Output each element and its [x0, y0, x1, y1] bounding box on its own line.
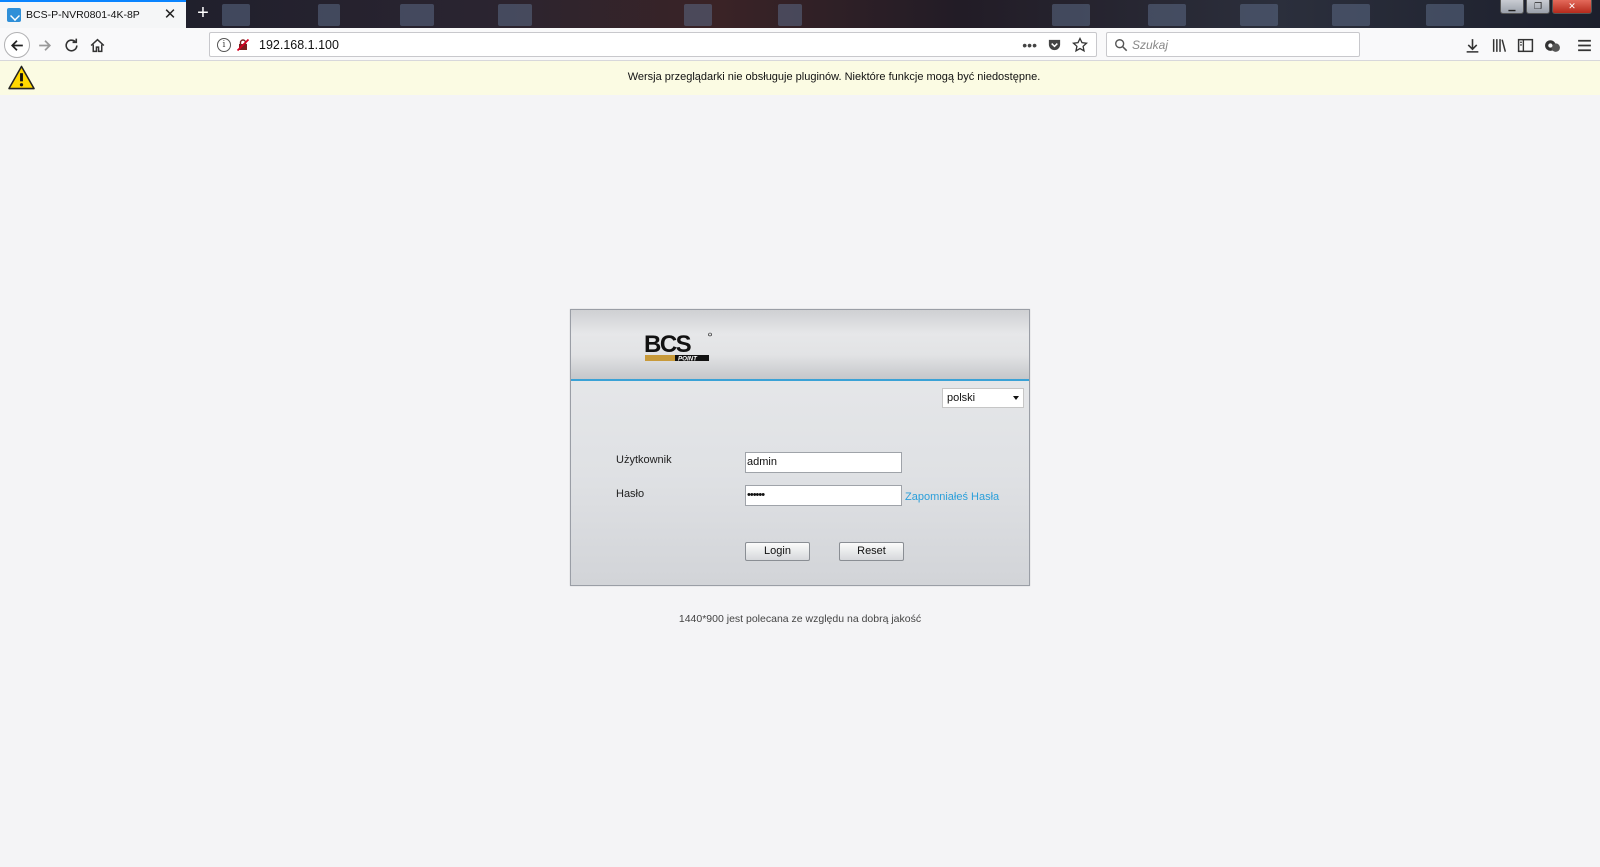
- menu-button[interactable]: [1572, 33, 1596, 57]
- password-field[interactable]: ••••••: [745, 485, 902, 506]
- pocket-icon[interactable]: [1047, 37, 1062, 52]
- bookmark-star-icon[interactable]: [1072, 36, 1088, 53]
- insecure-connection-icon[interactable]: [236, 38, 250, 52]
- tab-title: BCS-P-NVR0801-4K-8P: [26, 9, 140, 21]
- back-arrow-icon: [10, 39, 23, 51]
- plugin-warning-bar: Wersja przeglądarki nie obsługuje plugin…: [0, 61, 1600, 95]
- login-panel-header: BCS POINT: [571, 310, 1029, 381]
- page-actions-menu-icon[interactable]: •••: [1022, 37, 1037, 53]
- background-thumbnail: [1426, 4, 1464, 26]
- new-tab-button[interactable]: +: [192, 2, 214, 24]
- restore-window-button[interactable]: ❐: [1526, 0, 1550, 14]
- library-icon: [1492, 38, 1506, 52]
- background-thumbnail: [222, 4, 250, 26]
- downloads-button[interactable]: [1460, 33, 1484, 57]
- active-tab[interactable]: BCS-P-NVR0801-4K-8P ✕: [0, 0, 186, 28]
- chevron-down-icon: [1013, 396, 1019, 400]
- back-button[interactable]: [4, 32, 30, 58]
- background-thumbnail: [498, 4, 532, 26]
- address-bar[interactable]: i 192.168.1.100 •••: [209, 32, 1097, 57]
- window-controls: ▁ ❐ ✕: [1500, 0, 1592, 14]
- download-icon: [1466, 38, 1478, 53]
- reset-button[interactable]: Reset: [839, 542, 904, 561]
- background-thumbnail: [1240, 4, 1278, 26]
- search-icon: [1115, 38, 1128, 51]
- library-button[interactable]: [1487, 33, 1511, 57]
- search-input[interactable]: [1132, 37, 1352, 52]
- plugin-warning-text: Wersja przeglądarki nie obsługuje plugin…: [627, 71, 1041, 83]
- forward-arrow-icon: [38, 39, 51, 51]
- svg-text:POINT: POINT: [678, 355, 698, 362]
- reload-button[interactable]: [59, 33, 83, 57]
- username-field[interactable]: admin: [745, 452, 902, 473]
- language-select-value: polski: [947, 392, 976, 404]
- forward-button[interactable]: [32, 33, 56, 57]
- url-actions: •••: [1022, 36, 1088, 53]
- tab-close-button[interactable]: ✕: [162, 7, 178, 23]
- background-thumbnail: [400, 4, 434, 26]
- background-thumbnail: [778, 4, 802, 26]
- close-window-button[interactable]: ✕: [1552, 0, 1592, 14]
- extension-button[interactable]: [1540, 33, 1564, 57]
- password-label: Hasło: [616, 488, 645, 500]
- url-text[interactable]: 192.168.1.100: [259, 38, 1022, 52]
- svg-text:BCS: BCS: [644, 331, 692, 358]
- resolution-recommendation: 1440*900 jest polecana ze względu na dob…: [678, 613, 922, 625]
- language-select[interactable]: polski: [942, 388, 1024, 408]
- hamburger-menu-icon: [1577, 39, 1591, 51]
- bcs-point-logo: BCS POINT: [644, 331, 712, 362]
- home-icon: [90, 38, 104, 52]
- background-thumbnail: [1052, 4, 1090, 26]
- extension-icon: [1544, 39, 1560, 52]
- background-thumbnail: [684, 4, 712, 26]
- tab-strip: BCS-P-NVR0801-4K-8P ✕ + ▁ ❐ ✕: [0, 0, 1600, 28]
- navigation-toolbar: i 192.168.1.100 •••: [0, 28, 1600, 61]
- background-thumbnail: [1332, 4, 1370, 26]
- search-bar[interactable]: [1106, 32, 1360, 57]
- site-info-icon[interactable]: i: [217, 37, 231, 52]
- minimize-window-button[interactable]: ▁: [1500, 0, 1524, 14]
- sidebar-icon: [1517, 38, 1533, 52]
- site-favicon-icon: [7, 8, 21, 22]
- username-label: Użytkownik: [616, 454, 672, 466]
- sidebar-button[interactable]: [1513, 33, 1537, 57]
- login-panel: BCS POINT polski Użytkownik admin Hasło …: [570, 309, 1030, 586]
- background-thumbnail: [318, 4, 340, 26]
- login-button[interactable]: Login: [745, 542, 810, 561]
- forgot-password-link[interactable]: Zapomniałeś Hasła: [905, 491, 999, 503]
- background-thumbnail: [1148, 4, 1186, 26]
- home-button[interactable]: [85, 33, 109, 57]
- reload-icon: [64, 38, 78, 52]
